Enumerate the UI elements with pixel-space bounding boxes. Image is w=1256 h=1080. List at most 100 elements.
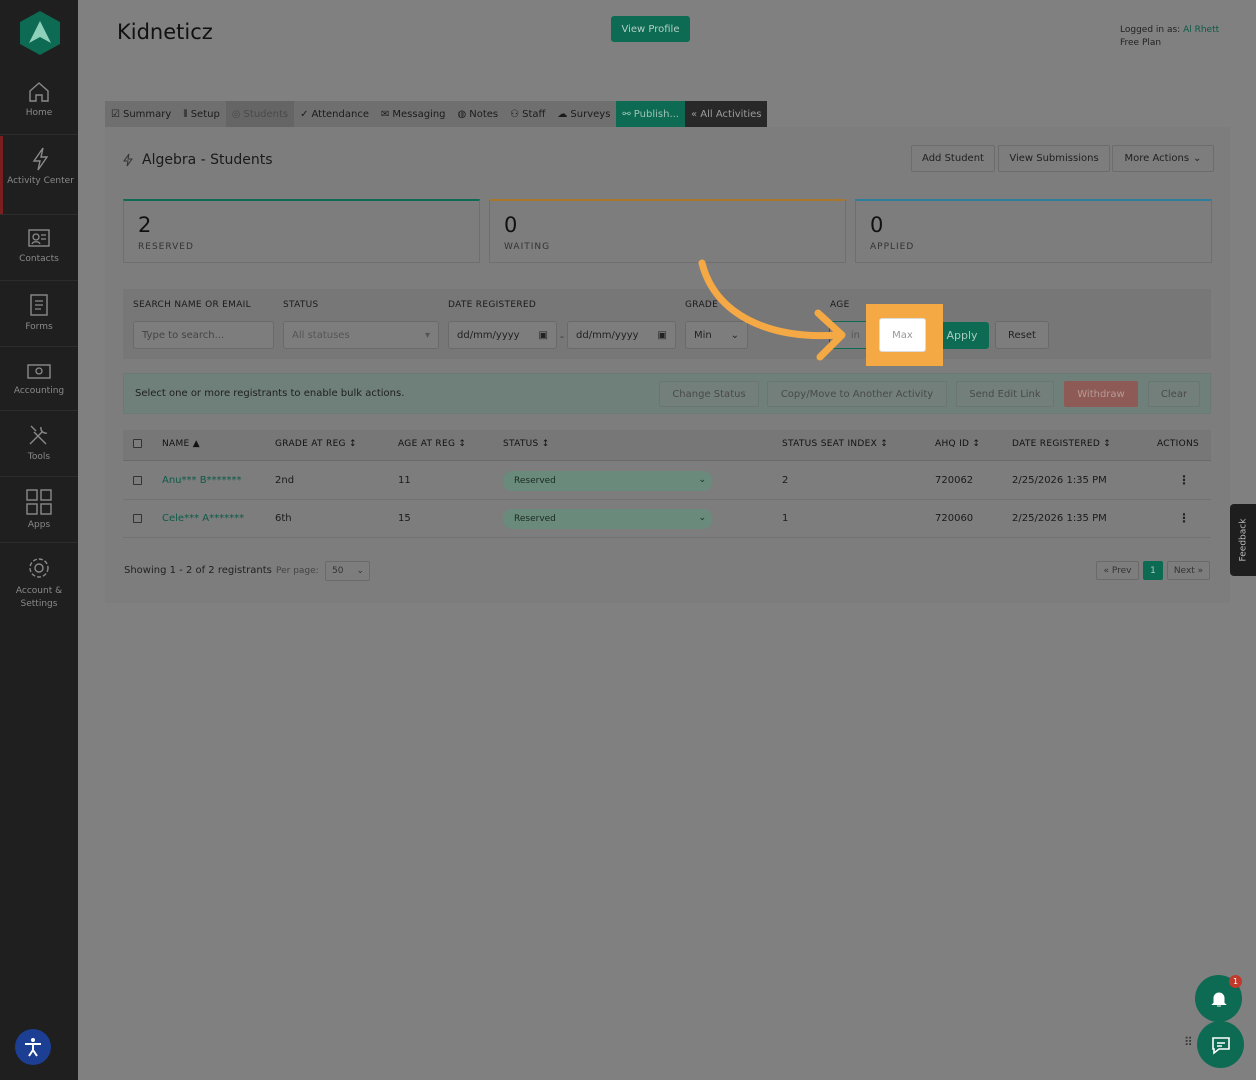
age-max-input[interactable]: Max xyxy=(879,318,926,352)
app-brand-title: Kidneticz xyxy=(117,20,213,44)
seat-index-cell: 2 xyxy=(782,475,789,486)
sidebar: Home Activity Center Contacts Forms Acco… xyxy=(0,0,78,1080)
date-to-input[interactable]: dd/mm/yyyy ▣ xyxy=(567,321,676,349)
notes-icon: ◍ xyxy=(457,108,467,120)
status-select[interactable]: All statuses ▾ xyxy=(283,321,439,349)
col-seat-index[interactable]: STATUS SEAT INDEX ↕ xyxy=(782,439,888,449)
brand-logo-icon[interactable] xyxy=(19,10,61,56)
showing-count: Showing 1 - 2 of 2 registrants xyxy=(124,565,272,576)
tab-messaging[interactable]: ✉ Messaging xyxy=(374,101,452,127)
page-1-button[interactable]: 1 xyxy=(1143,561,1163,580)
view-submissions-button[interactable]: View Submissions xyxy=(998,145,1110,172)
sidebar-item-accounting[interactable]: Accounting xyxy=(0,360,78,398)
sidebar-item-label: Tools xyxy=(27,452,51,462)
date-cell: 2/25/2026 1:35 PM xyxy=(1012,475,1107,486)
sidebar-item-label: Apps xyxy=(27,520,51,530)
row-actions-icon[interactable]: ⋮ xyxy=(1178,511,1190,525)
students-icon: ◎ xyxy=(231,108,241,120)
user-name-link[interactable]: Al Rhett xyxy=(1183,25,1219,35)
col-status[interactable]: STATUS ↕ xyxy=(503,439,550,449)
select-all-checkbox[interactable] xyxy=(133,439,142,448)
bulk-actions-hint: Select one or more registrants to enable… xyxy=(135,388,405,399)
sidebar-item-label: Forms xyxy=(25,322,53,332)
age-cell: 15 xyxy=(398,513,411,524)
login-info: Logged in as: Al Rhett Free Plan xyxy=(1120,24,1219,50)
col-age[interactable]: AGE AT REG ↕ xyxy=(398,439,466,449)
copy-move-button[interactable]: Copy/Move to Another Activity xyxy=(767,381,947,407)
tab-summary[interactable]: ☑ Summary xyxy=(105,101,178,127)
sidebar-item-tools[interactable]: Tools xyxy=(0,422,78,464)
student-name-link[interactable]: Anu*** B******* xyxy=(162,475,242,486)
gear-icon xyxy=(29,558,49,578)
prev-page-button[interactable]: « Prev xyxy=(1096,561,1139,580)
tab-attendance[interactable]: ✓ Attendance xyxy=(294,101,375,127)
sidebar-item-account-settings[interactable]: Account & Settings xyxy=(0,554,78,611)
date-from-input[interactable]: dd/mm/yyyy ▣ xyxy=(448,321,557,349)
ahq-id-cell: 720060 xyxy=(935,513,974,524)
ahq-id-cell: 720062 xyxy=(935,475,974,486)
next-page-button[interactable]: Next » xyxy=(1167,561,1210,580)
student-name-link[interactable]: Cele*** A******* xyxy=(162,513,244,524)
caret-down-icon: ▾ xyxy=(424,329,430,341)
seat-index-cell: 1 xyxy=(782,513,789,524)
home-icon xyxy=(29,82,49,102)
withdraw-button[interactable]: Withdraw xyxy=(1064,381,1138,407)
calendar-icon: ▣ xyxy=(657,329,667,341)
sidebar-item-apps[interactable]: Apps xyxy=(0,488,78,532)
per-page-label: Per page: xyxy=(276,566,319,576)
forms-icon xyxy=(30,294,48,316)
chevron-down-icon: ⌄ xyxy=(356,566,364,576)
summary-icon: ☑ xyxy=(111,108,120,120)
status-select[interactable]: Reserved ⌄ xyxy=(503,509,712,529)
tab-students[interactable]: ◎ Students xyxy=(225,101,295,127)
tab-publish[interactable]: ⚯ Publish... xyxy=(616,101,685,127)
notification-badge: 1 xyxy=(1229,975,1242,988)
bolt-icon xyxy=(123,153,133,167)
send-edit-link-button[interactable]: Send Edit Link xyxy=(956,381,1054,407)
feedback-tab[interactable]: Feedback xyxy=(1230,504,1256,576)
clear-button[interactable]: Clear xyxy=(1148,381,1200,407)
apps-icon xyxy=(26,489,52,515)
search-input[interactable]: Type to search... xyxy=(133,321,274,349)
tools-icon xyxy=(29,425,48,445)
col-grade[interactable]: GRADE AT REG ↕ xyxy=(275,439,357,449)
date-registered-label: DATE REGISTERED xyxy=(448,300,537,310)
row-checkbox[interactable] xyxy=(133,514,142,523)
chat-icon[interactable] xyxy=(1197,1021,1244,1068)
add-student-button[interactable]: Add Student xyxy=(911,145,995,172)
sidebar-item-label: Contacts xyxy=(19,254,59,264)
col-date-registered[interactable]: DATE REGISTERED ↕ xyxy=(1012,439,1111,449)
col-actions: ACTIONS xyxy=(1157,439,1200,449)
sidebar-item-forms[interactable]: Forms xyxy=(0,292,78,334)
calendar-icon: ▣ xyxy=(538,329,548,341)
per-page-select[interactable]: 50 ⌄ xyxy=(325,561,370,581)
col-name[interactable]: NAME ▲ xyxy=(162,439,200,449)
stat-waiting: 0 WAITING xyxy=(489,199,846,263)
accessibility-icon[interactable] xyxy=(15,1029,51,1065)
contacts-icon xyxy=(28,229,50,247)
plan-label: Free Plan xyxy=(1120,38,1162,48)
tab-all-activities[interactable]: « All Activities xyxy=(684,101,768,127)
row-actions-icon[interactable]: ⋮ xyxy=(1178,473,1190,487)
sidebar-item-contacts[interactable]: Contacts xyxy=(0,226,78,266)
change-status-button[interactable]: Change Status xyxy=(659,381,759,407)
tab-surveys[interactable]: ☁ Surveys xyxy=(551,101,617,127)
sidebar-item-home[interactable]: Home xyxy=(0,80,78,120)
view-profile-button[interactable]: View Profile xyxy=(611,16,690,42)
sidebar-item-activity-center[interactable]: Activity Center xyxy=(0,136,78,214)
reset-button[interactable]: Reset xyxy=(995,321,1049,349)
drag-handle-icon[interactable]: ⠿ xyxy=(1184,1036,1194,1048)
row-checkbox[interactable] xyxy=(133,476,142,485)
search-label: SEARCH NAME OR EMAIL xyxy=(133,300,251,310)
tab-notes[interactable]: ◍ Notes xyxy=(451,101,505,127)
sidebar-item-label: Activity Center xyxy=(7,176,74,186)
tab-setup[interactable]: ⦀ Setup xyxy=(177,101,226,127)
stat-applied: 0 APPLIED xyxy=(855,199,1212,263)
apply-button[interactable]: Apply xyxy=(935,322,989,349)
chevron-down-icon: ⌄ xyxy=(698,513,706,523)
page-title: Algebra - Students xyxy=(123,152,273,168)
status-select[interactable]: Reserved ⌄ xyxy=(503,471,712,491)
tab-staff[interactable]: ⚇ Staff xyxy=(504,101,552,127)
more-actions-button[interactable]: More Actions ⌄ xyxy=(1112,145,1214,172)
col-ahq-id[interactable]: AHQ ID ↕ xyxy=(935,439,980,449)
